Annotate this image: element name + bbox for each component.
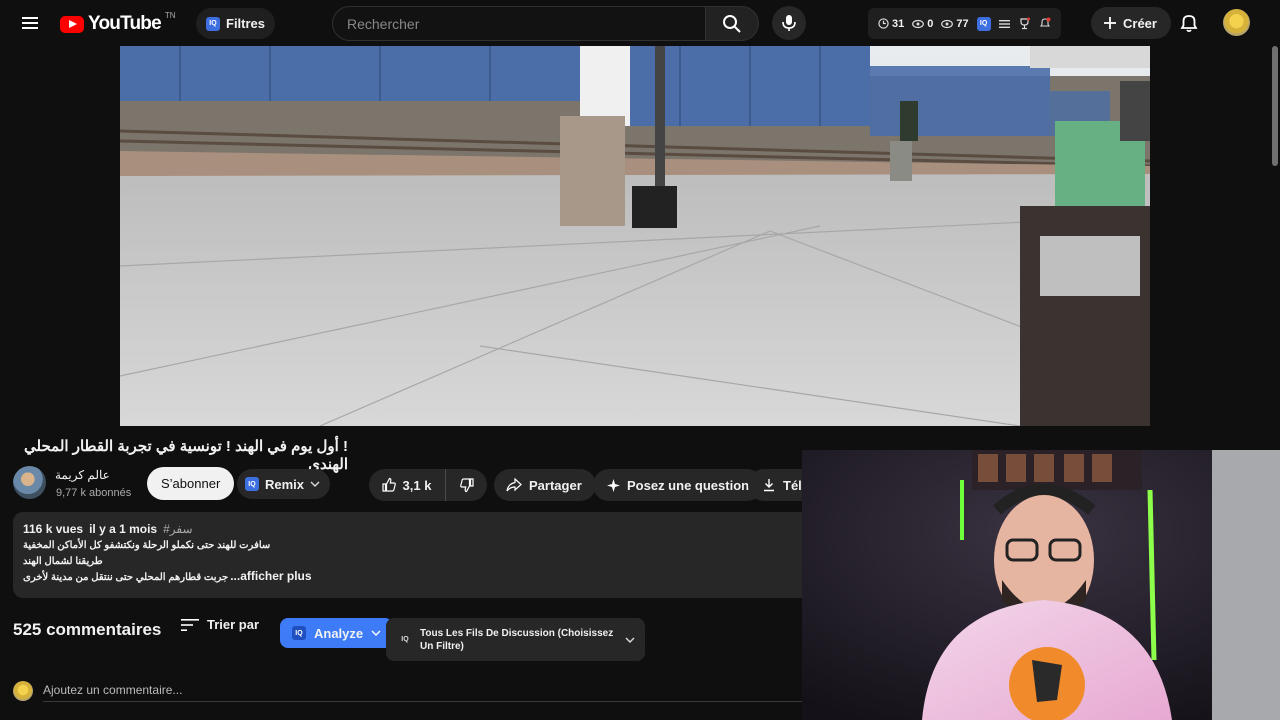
- search-placeholder: Rechercher: [347, 15, 420, 32]
- chevron-down-icon: [625, 637, 635, 643]
- description-box[interactable]: 116 k vues il y a 1 mois #سفر سافرت للهن…: [13, 512, 813, 598]
- description-line: جربت قطارهم المحلي حتى ننتقل من مدينة لأ…: [23, 572, 229, 583]
- iq-icon: IQ: [245, 477, 259, 491]
- upload-date: il y a 1 mois: [89, 522, 158, 536]
- like-button[interactable]: 3,1 k: [369, 469, 443, 501]
- subscribe-label: S’abonner: [161, 476, 221, 491]
- subscribe-button[interactable]: S’abonner: [147, 467, 235, 500]
- subscriber-count: 9,77 k abonnés: [56, 487, 132, 499]
- webcam-frame: [802, 450, 1280, 720]
- channel-avatar[interactable]: [13, 466, 46, 499]
- remix-label: Remix: [265, 476, 305, 492]
- iq-icon: IQ: [292, 626, 306, 640]
- logo-text: YouTube: [88, 13, 162, 34]
- description-last-line: جربت قطارهم المحلي حتى ننتقل من مدينة لأ…: [23, 569, 803, 583]
- microphone-icon: [782, 15, 796, 31]
- eye-count-b: 77: [956, 17, 969, 30]
- search-button[interactable]: [705, 6, 759, 41]
- top-bar: YouTube TN IQ Filtres Rechercher 31 0 77…: [0, 0, 1280, 47]
- create-label: Créer: [1123, 15, 1157, 31]
- channel-name[interactable]: عالم كريمة: [55, 468, 110, 482]
- youtube-logo[interactable]: YouTube TN: [60, 10, 176, 35]
- filters-label: Filtres: [226, 16, 266, 31]
- view-count: 116 k vues: [23, 522, 84, 536]
- chevron-down-icon: [371, 630, 381, 636]
- menu-icon[interactable]: [20, 13, 40, 33]
- download-icon: [764, 479, 774, 492]
- description-line: سافرت للهند حتى نكملو الرحلة ونكتشفو كل …: [23, 540, 271, 551]
- page-scrollbar[interactable]: [1272, 46, 1278, 166]
- remix-button[interactable]: IQ Remix: [237, 469, 331, 499]
- ask-question-button[interactable]: Posez une question: [593, 469, 764, 501]
- thumbs-up-icon: [381, 477, 396, 492]
- like-dislike-group: 3,1 k: [369, 469, 487, 501]
- share-icon: [506, 478, 522, 492]
- views-stat-b: 77: [941, 17, 969, 30]
- eye-count-a: 0: [927, 17, 934, 30]
- ask-label: Posez une question: [627, 477, 750, 493]
- comment-input-underline: [43, 701, 803, 702]
- search-icon: [723, 14, 741, 33]
- sort-icon: [181, 618, 199, 631]
- iq-icon: IQ: [401, 636, 409, 643]
- trophy-icon[interactable]: [1018, 17, 1031, 30]
- views-stat-a: 0: [912, 18, 933, 30]
- share-label: Partager: [529, 477, 582, 493]
- iq-icon[interactable]: IQ: [976, 16, 991, 31]
- description-line: طريقنا لشمال الهند: [23, 556, 103, 567]
- logo-region: TN: [164, 10, 176, 20]
- hashtag[interactable]: #سفر: [163, 522, 192, 536]
- clock-icon: [878, 18, 889, 29]
- iq-icon: IQ: [206, 16, 220, 31]
- share-button[interactable]: Partager: [494, 469, 596, 501]
- comments-count: 525 commentaires: [13, 620, 162, 639]
- create-button[interactable]: Créer: [1091, 7, 1171, 39]
- analyze-button[interactable]: IQ Analyze: [280, 618, 394, 648]
- user-avatar: [13, 681, 33, 701]
- timer-stat: 31: [878, 18, 904, 30]
- like-count: 3,1 k: [402, 477, 432, 493]
- eye-icon: [912, 19, 925, 28]
- list-icon[interactable]: [998, 19, 1010, 29]
- video-player[interactable]: [120, 46, 1150, 426]
- search-input[interactable]: Rechercher: [332, 6, 706, 41]
- youtube-play-icon: [60, 15, 84, 33]
- sparkle-icon: [607, 478, 620, 492]
- sort-label: Trier par: [207, 617, 260, 632]
- eye-icon: [941, 19, 954, 28]
- plus-icon: [1104, 17, 1116, 29]
- thread-filter-label: Tous Les Fils De Discussion (Choisissez …: [420, 627, 614, 652]
- thread-filter-dropdown[interactable]: IQ Tous Les Fils De Discussion (Choisiss…: [386, 618, 645, 661]
- dislike-button[interactable]: [445, 469, 487, 501]
- notification-icon[interactable]: [1039, 17, 1051, 30]
- timer-count: 31: [892, 17, 905, 30]
- webcam-overlay: [802, 450, 1280, 720]
- bell-icon[interactable]: [1178, 12, 1200, 34]
- video-frame: [120, 46, 1150, 426]
- description-meta: 116 k vues il y a 1 mois #سفر: [23, 522, 803, 536]
- sort-button[interactable]: Trier par: [181, 617, 259, 632]
- analyze-label: Analyze: [314, 625, 364, 641]
- extension-stats[interactable]: 31 0 77 IQ: [868, 8, 1061, 39]
- filters-button[interactable]: IQ Filtres: [196, 8, 276, 39]
- chevron-down-icon: [310, 481, 320, 487]
- thumbs-down-icon: [459, 478, 474, 493]
- account-avatar[interactable]: [1223, 9, 1250, 36]
- add-comment-input[interactable]: Ajoutez un commentaire...: [43, 683, 182, 697]
- show-more-link[interactable]: ...afficher plus: [230, 569, 311, 583]
- voice-search-button[interactable]: [772, 6, 806, 40]
